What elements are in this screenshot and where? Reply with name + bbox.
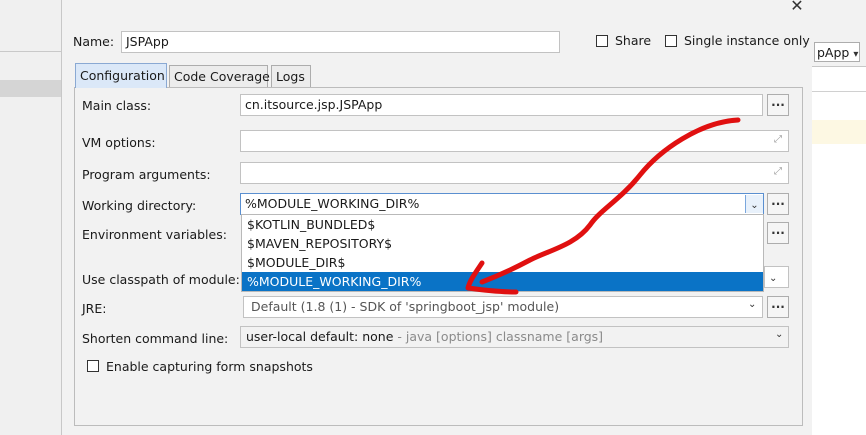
dropdown-option[interactable]: $MODULE_DIR$ xyxy=(242,253,763,272)
name-label: Name: xyxy=(73,34,115,49)
ide-editor-highlight xyxy=(812,120,866,144)
shorten-value: user-local default: none xyxy=(246,329,394,344)
chevron-down-icon: ⌄ xyxy=(769,273,778,284)
working-directory-browse-button[interactable]: ... xyxy=(767,193,789,215)
expand-icon[interactable]: ⤢ xyxy=(774,166,782,177)
single-instance-checkbox[interactable] xyxy=(665,35,677,47)
name-field[interactable]: JSPApp xyxy=(121,31,560,53)
chevron-down-icon: ⌄ xyxy=(775,329,784,340)
ide-left-selected-row xyxy=(0,80,62,97)
tab-logs[interactable]: Logs xyxy=(271,65,311,87)
share-checkbox[interactable] xyxy=(596,35,608,47)
classpath-module-combo[interactable]: ⌄ xyxy=(764,266,789,288)
shorten-command-line-combo[interactable]: user-local default: none - java [options… xyxy=(240,326,789,348)
ide-left-divider xyxy=(0,51,62,52)
chevron-down-icon: ▾ xyxy=(853,49,859,60)
expand-icon[interactable]: ⤢ xyxy=(774,134,782,145)
program-arguments-field[interactable] xyxy=(240,162,789,184)
main-class-browse-button[interactable]: ... xyxy=(767,94,789,116)
run-config-combo-value: pApp xyxy=(817,45,850,60)
working-directory-dropdown-button[interactable]: ⌄ xyxy=(745,195,763,213)
dropdown-option[interactable]: $KOTLIN_BUNDLED$ xyxy=(242,215,763,234)
run-config-combo[interactable]: pApp ▾ xyxy=(814,42,860,62)
shorten-hint: - java [options] classname [args] xyxy=(393,329,604,344)
environment-variables-label: Environment variables: xyxy=(82,227,227,242)
chevron-down-icon: ⌄ xyxy=(750,200,759,211)
form-snapshots-label: Enable capturing form snapshots xyxy=(106,359,313,374)
ide-right-divider xyxy=(812,91,866,92)
tab-configuration[interactable]: Configuration xyxy=(75,63,167,88)
jre-browse-button[interactable]: ... xyxy=(767,296,789,318)
form-snapshots-checkbox[interactable] xyxy=(87,360,99,372)
working-directory-dropdown-list: $KOTLIN_BUNDLED$ $MAVEN_REPOSITORY$ $MOD… xyxy=(241,214,764,292)
ide-right-panel: pApp ▾ xyxy=(811,0,866,435)
share-label: Share xyxy=(615,33,652,48)
main-class-label: Main class: xyxy=(82,98,152,113)
environment-variables-browse-button[interactable]: ... xyxy=(767,222,789,244)
classpath-module-label: Use classpath of module: xyxy=(82,272,240,287)
main-class-field[interactable]: cn.itsource.jsp.JSPApp xyxy=(240,94,763,116)
jre-combo[interactable]: Default (1.8 (1) - SDK of 'springboot_js… xyxy=(243,296,763,318)
dropdown-option[interactable]: $MAVEN_REPOSITORY$ xyxy=(242,234,763,253)
working-directory-label: Working directory: xyxy=(82,198,197,213)
tab-code-coverage[interactable]: Code Coverage xyxy=(169,65,270,87)
chevron-down-icon: ⌄ xyxy=(748,299,757,310)
ide-right-toolbar: pApp ▾ xyxy=(812,0,866,67)
vm-options-field[interactable] xyxy=(240,130,789,152)
ide-left-panel xyxy=(0,0,62,435)
dropdown-option-selected[interactable]: %MODULE_WORKING_DIR% xyxy=(242,272,763,291)
shorten-command-line-label: Shorten command line: xyxy=(82,331,229,346)
working-directory-combo[interactable]: %MODULE_WORKING_DIR% xyxy=(240,193,764,215)
single-instance-label: Single instance only xyxy=(684,33,810,48)
jre-label: JRE: xyxy=(82,301,107,316)
vm-options-label: VM options: xyxy=(82,135,156,150)
program-arguments-label: Program arguments: xyxy=(82,167,211,182)
close-icon[interactable]: ✕ xyxy=(788,0,806,14)
